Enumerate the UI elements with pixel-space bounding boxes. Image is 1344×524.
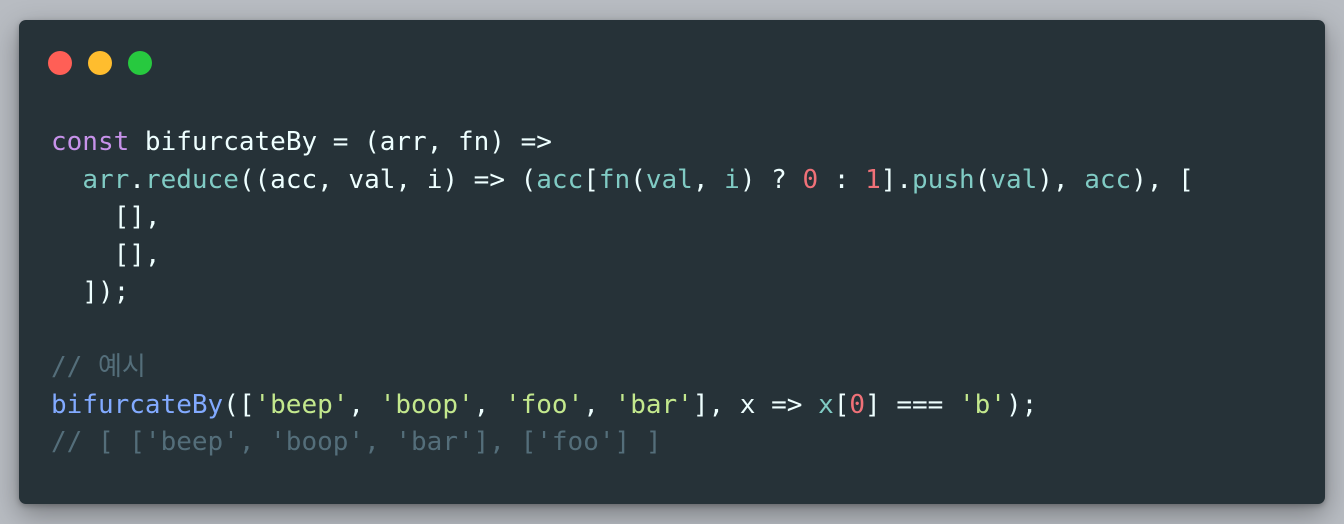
code-token: ); bbox=[1005, 389, 1038, 420]
window-controls bbox=[48, 51, 152, 75]
code-token: [ bbox=[833, 389, 850, 420]
variable-token: val bbox=[990, 164, 1038, 195]
code-window: const bifurcateBy = (arr, fn) => arr.red… bbox=[19, 20, 1325, 504]
string-token: 'beep' bbox=[254, 389, 349, 420]
code-token: ( bbox=[630, 164, 646, 195]
number-token: 0 bbox=[802, 164, 819, 195]
variable-token: arr bbox=[82, 164, 130, 195]
code-comment-line: // 예시 bbox=[51, 349, 1194, 387]
maximize-dot-icon[interactable] bbox=[128, 51, 152, 75]
number-token: 0 bbox=[849, 389, 866, 420]
code-line: [], bbox=[51, 237, 1194, 275]
variable-token: acc bbox=[536, 164, 584, 195]
code-token: [], bbox=[51, 239, 161, 270]
string-token: 'boop' bbox=[379, 389, 474, 420]
code-token: ]); bbox=[51, 277, 130, 307]
code-line: arr.reduce((acc, val, i) => (acc[fn(val,… bbox=[51, 162, 1194, 200]
code-token: , bbox=[583, 389, 615, 420]
variable-token: i bbox=[724, 164, 740, 195]
string-token: 'bar' bbox=[614, 389, 693, 420]
code-token: , bbox=[348, 389, 380, 420]
code-token: [ bbox=[583, 164, 599, 195]
code-token: [], bbox=[51, 202, 161, 232]
code-token: . bbox=[129, 164, 145, 195]
string-token: 'foo' bbox=[504, 389, 584, 420]
code-comment-line: // [ ['beep', 'boop', 'bar'], ['foo'] ] bbox=[51, 424, 1194, 462]
code-token: ([ bbox=[223, 389, 255, 420]
code-token: , bbox=[692, 164, 725, 195]
code-line: ]); bbox=[51, 274, 1194, 312]
minimize-dot-icon[interactable] bbox=[88, 51, 112, 75]
variable-token: val bbox=[645, 164, 693, 195]
code-line: const bifurcateBy = (arr, fn) => bbox=[51, 124, 1194, 162]
variable-token: fn bbox=[598, 164, 631, 195]
code-token: : bbox=[818, 164, 866, 195]
keyword-token: const bbox=[51, 127, 130, 157]
code-token: ) ? bbox=[739, 164, 803, 195]
function-token: bifurcateBy bbox=[51, 389, 224, 420]
code-token: ), bbox=[1037, 164, 1085, 195]
code-token: ), [ bbox=[1131, 164, 1194, 195]
code-token: ( bbox=[974, 164, 991, 195]
comment-token: // [ ['beep', 'boop', 'bar'], ['foo'] ] bbox=[51, 427, 662, 457]
code-token: ((acc, val, i) => ( bbox=[238, 164, 537, 195]
code-token: ], x => bbox=[692, 389, 819, 420]
string-token: 'b' bbox=[958, 389, 1006, 420]
code-token: ] === bbox=[865, 389, 959, 420]
number-token: 1 bbox=[865, 164, 881, 195]
code-token: , bbox=[473, 389, 505, 420]
close-dot-icon[interactable] bbox=[48, 51, 72, 75]
variable-token: acc bbox=[1084, 164, 1132, 195]
code-block: const bifurcateBy = (arr, fn) => arr.red… bbox=[51, 124, 1194, 462]
code-line: bifurcateBy(['beep', 'boop', 'foo', 'bar… bbox=[51, 387, 1194, 425]
code-token: bifurcateBy = (arr, fn) => bbox=[129, 127, 552, 157]
code-token: ]. bbox=[880, 164, 913, 195]
variable-token: x bbox=[818, 389, 834, 420]
variable-token: push bbox=[912, 164, 975, 195]
code-line: [], bbox=[51, 199, 1194, 237]
comment-token: // 예시 bbox=[51, 352, 146, 382]
variable-token: reduce bbox=[144, 164, 239, 195]
